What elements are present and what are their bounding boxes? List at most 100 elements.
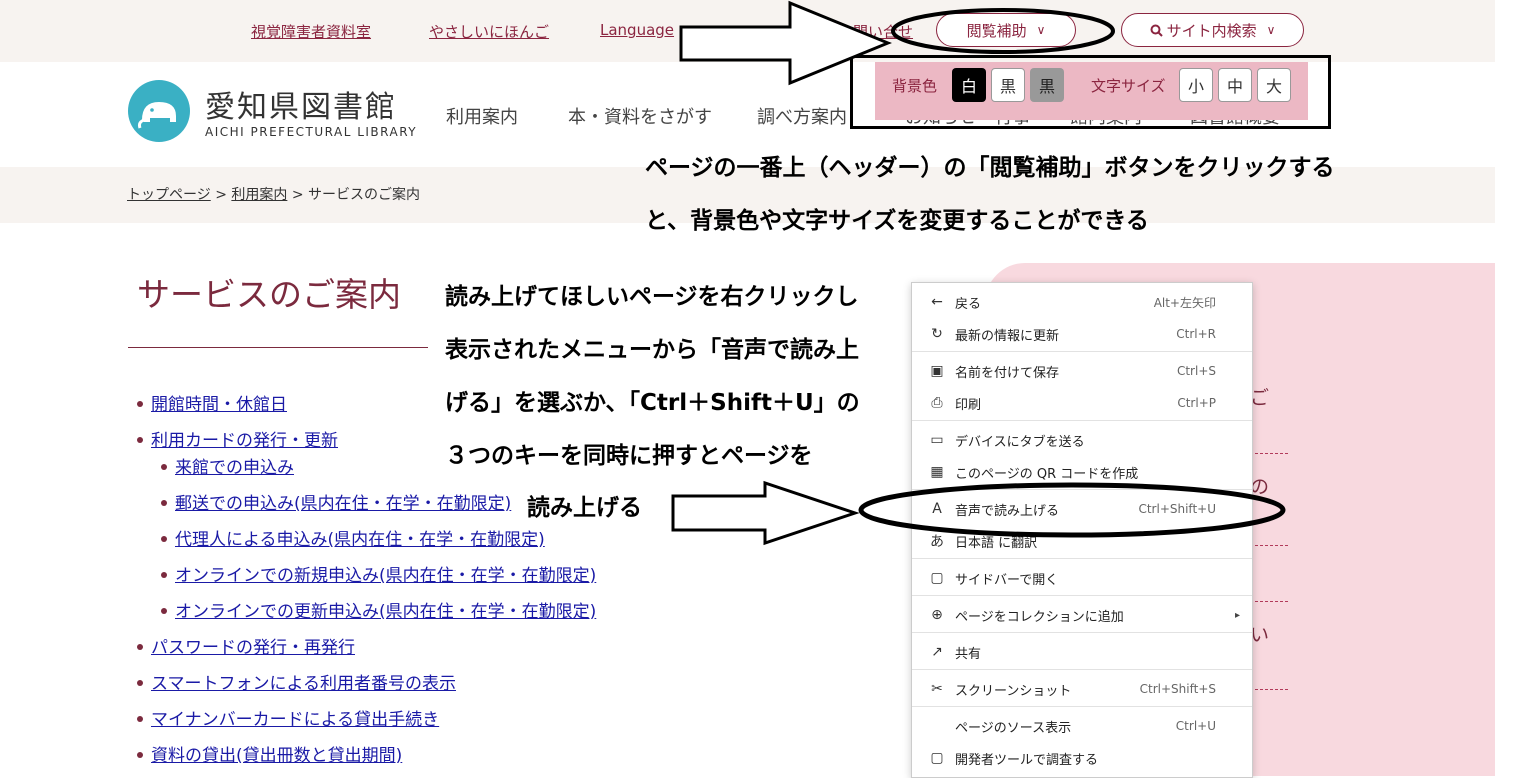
- breadcrumb-separator: >: [291, 187, 304, 203]
- translate-icon: あ: [930, 534, 944, 550]
- reading-aid-button[interactable]: 閲覧補助 ∨: [936, 13, 1076, 47]
- search-icon: [1150, 24, 1163, 37]
- context-menu-item[interactable]: ↻ 最新の情報に更新 Ctrl+R: [912, 319, 1252, 349]
- save-icon: ▣: [930, 363, 944, 379]
- context-menu-label: 戻る: [955, 296, 982, 312]
- service-list-link[interactable]: マイナンバーカードによる貸出手続き: [151, 705, 439, 730]
- context-menu-item[interactable]: ⎙ 印刷 Ctrl+P: [912, 388, 1252, 418]
- context-menu-item[interactable]: ▢ 開発者ツールで調査する: [912, 743, 1252, 773]
- context-menu-shortcut: Ctrl+Shift+S: [1139, 682, 1216, 696]
- side-menu-divider: [1250, 601, 1288, 602]
- page-edge: [1495, 0, 1516, 776]
- context-menu-item[interactable]: ✂ スクリーンショット Ctrl+Shift+S: [912, 674, 1252, 704]
- context-menu-shortcut: Ctrl+U: [1175, 719, 1216, 733]
- context-menu-item[interactable]: ⊕ ページをコレクションに追加 ▸: [912, 600, 1252, 630]
- reading-aid-label: 閲覧補助: [966, 21, 1027, 40]
- service-sublist-link[interactable]: 代理人による申込み(県内在住・在学・在勤限定): [175, 525, 545, 550]
- context-menu-item[interactable]: ページのソース表示 Ctrl+U: [912, 711, 1252, 741]
- context-menu-item[interactable]: ← 戻る Alt+左矢印: [912, 287, 1252, 317]
- context-menu-label: 名前を付けて保存: [955, 365, 1060, 381]
- collection-icon: ⊕: [931, 607, 943, 623]
- library-logo[interactable]: [128, 80, 190, 142]
- side-menu-divider: [1250, 453, 1288, 454]
- chevron-down-icon: ∨: [1036, 23, 1046, 37]
- context-menu-shortcut: Ctrl+S: [1176, 364, 1216, 378]
- list-bullet: [137, 401, 143, 407]
- annotation-text: ページの一番上（ヘッダー）の「閲覧補助」ボタンをクリックする: [645, 155, 1335, 181]
- context-menu-item[interactable]: ↗ 共有: [912, 637, 1252, 667]
- annotation-text: 表示されたメニューから「音声で読み上: [445, 337, 859, 363]
- side-menu-divider: [1250, 689, 1288, 690]
- service-list-link[interactable]: スマートフォンによる利用者番号の表示: [151, 669, 456, 694]
- context-menu-label: ページのソース表示: [955, 720, 1072, 736]
- context-menu-item[interactable]: ▦ このページの QR コードを作成: [912, 457, 1252, 487]
- service-list-link[interactable]: 利用カードの発行・更新: [151, 426, 338, 451]
- top-link-contact[interactable]: お問い合せ: [838, 21, 913, 42]
- site-name-english: AICHI PREFECTURAL LIBRARY: [205, 125, 418, 139]
- context-menu-item[interactable]: ▣ 名前を付けて保存 Ctrl+S: [912, 356, 1252, 386]
- nav-usage-guide[interactable]: 利用案内: [446, 103, 518, 129]
- context-menu-item[interactable]: ▭ デバイスにタブを送る: [912, 425, 1252, 455]
- context-menu-item[interactable]: あ日本語 に翻訳: [912, 526, 1252, 556]
- context-menu-label: サイドバーで開く: [955, 572, 1059, 588]
- service-list-link[interactable]: 資料の貸出(貸出冊数と貸出期間): [151, 741, 402, 766]
- top-link-language[interactable]: Language: [600, 21, 674, 39]
- list-bullet: [161, 536, 167, 542]
- submenu-arrow-icon: ▸: [1234, 609, 1240, 621]
- context-menu-separator: [912, 706, 1252, 707]
- refresh-icon: ↻: [931, 326, 943, 342]
- service-sublist-link[interactable]: オンラインでの更新申込み(県内在住・在学・在勤限定): [175, 597, 596, 622]
- service-list-link[interactable]: 開館時間・休館日: [151, 390, 287, 415]
- context-menu-label: ページをコレクションに追加: [955, 609, 1124, 625]
- context-menu-label: デバイスにタブを送る: [955, 434, 1085, 450]
- list-bullet: [161, 500, 167, 506]
- context-menu-label: 最新の情報に更新: [955, 328, 1060, 344]
- annotation-text: 読み上げる: [527, 495, 642, 521]
- service-sublist-link[interactable]: 郵送での申込み(県内在住・在学・在勤限定): [175, 489, 511, 514]
- site-search-button[interactable]: サイト内検索 ∨: [1121, 13, 1304, 47]
- print-icon: ⎙: [931, 395, 943, 411]
- breadcrumb: トップページ > 利用案内 > サービスのご案内: [127, 184, 420, 204]
- annotation-text: 読み上げてほしいページを右クリックし: [445, 284, 859, 310]
- top-link-visually-impaired[interactable]: 視覚障害者資料室: [251, 21, 371, 42]
- service-list-link[interactable]: パスワードの発行・再発行: [151, 633, 355, 658]
- site-name[interactable]: 愛知県図書館: [205, 82, 397, 126]
- annotation-text: と、背景色や文字サイズを変更することができる: [645, 208, 1149, 234]
- list-bullet: [137, 752, 143, 758]
- context-menu-shortcut: Alt+左矢印: [1153, 295, 1216, 310]
- service-sublist-link[interactable]: オンラインでの新規申込み(県内在住・在学・在勤限定): [175, 561, 596, 586]
- context-menu-separator: [912, 632, 1252, 633]
- annotation-highlight-box: [850, 55, 1331, 129]
- breadcrumb-separator: >: [215, 187, 227, 203]
- chevron-down-icon: ∨: [1266, 23, 1276, 37]
- context-menu-shortcut: Ctrl+R: [1176, 327, 1216, 341]
- context-menu-label: 共有: [955, 646, 982, 662]
- breadcrumb-home[interactable]: トップページ: [127, 187, 211, 203]
- title-divider: [128, 347, 428, 348]
- service-sublist-link[interactable]: 来館での申込み: [175, 453, 294, 478]
- top-link-easy-japanese[interactable]: やさしいにほんご: [429, 21, 549, 42]
- list-bullet: [137, 644, 143, 650]
- list-bullet: [137, 680, 143, 686]
- context-menu-item[interactable]: ▢ サイドバーで開く: [912, 563, 1252, 593]
- list-bullet: [137, 716, 143, 722]
- page-title: サービスのご案内: [137, 275, 401, 314]
- context-menu-label: このページの QR コードを作成: [955, 466, 1139, 482]
- nav-search-materials[interactable]: 本・資料をさがす: [568, 103, 712, 129]
- list-bullet: [161, 464, 167, 470]
- context-menu-separator: [912, 595, 1252, 596]
- context-menu-separator: [912, 351, 1252, 352]
- context-menu-item[interactable]: A 音声で読み上げる Ctrl+Shift+U: [912, 494, 1252, 524]
- list-bullet: [161, 608, 167, 614]
- browser-context-menu: ← 戻る Alt+左矢印 ↻ 最新の情報に更新 Ctrl+R ▣ 名前を付けて保存 Ctrl+S…: [911, 282, 1253, 778]
- annotation-text: ３つのキーを同時に押すとページを: [445, 443, 813, 469]
- breadcrumb-section[interactable]: 利用案内: [231, 187, 287, 203]
- breadcrumb-current: サービスのご案内: [308, 187, 421, 203]
- list-bullet: [137, 437, 143, 443]
- context-menu-separator: [912, 489, 1252, 490]
- side-menu-divider: [1250, 545, 1288, 546]
- context-menu-label: 音声で読み上げる: [955, 503, 1060, 519]
- annotation-text: げる」を選ぶか、「Ctrl＋Shift＋U」の: [445, 390, 860, 416]
- context-menu-shortcut: Ctrl+P: [1177, 396, 1216, 410]
- nav-research-guide[interactable]: 調べ方案内: [757, 103, 847, 129]
